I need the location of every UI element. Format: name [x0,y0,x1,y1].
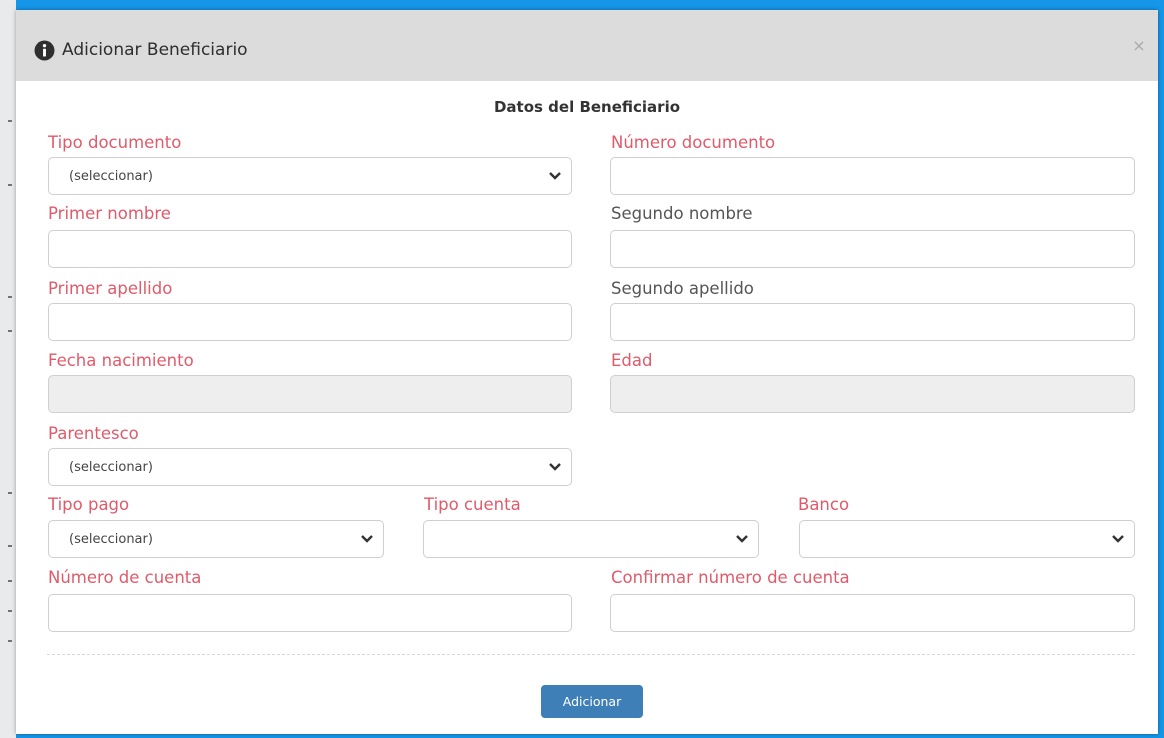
edad-input [610,375,1135,413]
parentesco-select[interactable]: (seleccionar) [48,448,572,486]
chevron-down-icon [1112,535,1124,543]
chevron-down-icon [361,535,373,543]
banco-select[interactable] [799,520,1135,558]
numero-documento-input[interactable] [610,157,1135,195]
numero-documento-label: Número documento [611,133,776,152]
tipo-pago-value: (seleccionar) [69,532,153,547]
numero-cuenta-label: Número de cuenta [48,568,202,587]
chevron-down-icon [549,172,561,180]
modal-header: Adicionar Beneficiario × [16,10,1158,81]
background-page-sliver [0,0,16,738]
tipo-documento-value: (seleccionar) [69,169,153,184]
segundo-nombre-input[interactable] [610,230,1135,268]
section-title: Datos del Beneficiario [493,98,681,116]
fecha-nacimiento-label: Fecha nacimiento [48,351,194,370]
parentesco-label: Parentesco [48,424,139,443]
info-circle-icon [34,40,55,61]
primer-apellido-label: Primer apellido [48,279,173,298]
tipo-documento-select[interactable]: (seleccionar) [48,157,572,195]
parentesco-value: (seleccionar) [69,460,153,475]
numero-cuenta-input[interactable] [48,594,572,632]
tipo-documento-label: Tipo documento [48,133,182,152]
primer-nombre-input[interactable] [48,230,572,268]
tipo-cuenta-label: Tipo cuenta [424,495,521,514]
add-beneficiary-modal: Adicionar Beneficiario × Datos del Benef… [16,10,1158,734]
tipo-cuenta-select[interactable] [423,520,759,558]
close-button[interactable]: × [1132,37,1146,55]
segundo-nombre-label: Segundo nombre [611,204,753,223]
chevron-down-icon [736,535,748,543]
confirmar-numero-cuenta-label: Confirmar número de cuenta [611,568,850,587]
confirmar-numero-cuenta-input[interactable] [610,594,1135,632]
segundo-apellido-label: Segundo apellido [611,279,754,298]
modal-title: Adicionar Beneficiario [62,40,248,60]
tipo-pago-select[interactable]: (seleccionar) [48,520,384,558]
chevron-down-icon [549,463,561,471]
primer-nombre-label: Primer nombre [48,204,171,223]
segundo-apellido-input[interactable] [610,303,1135,341]
banco-label: Banco [798,495,850,514]
fecha-nacimiento-input [48,375,572,413]
form-divider [47,654,1135,655]
tipo-pago-label: Tipo pago [48,495,130,514]
primer-apellido-input[interactable] [48,303,572,341]
edad-label: Edad [611,351,653,370]
adicionar-button[interactable]: Adicionar [541,685,643,718]
